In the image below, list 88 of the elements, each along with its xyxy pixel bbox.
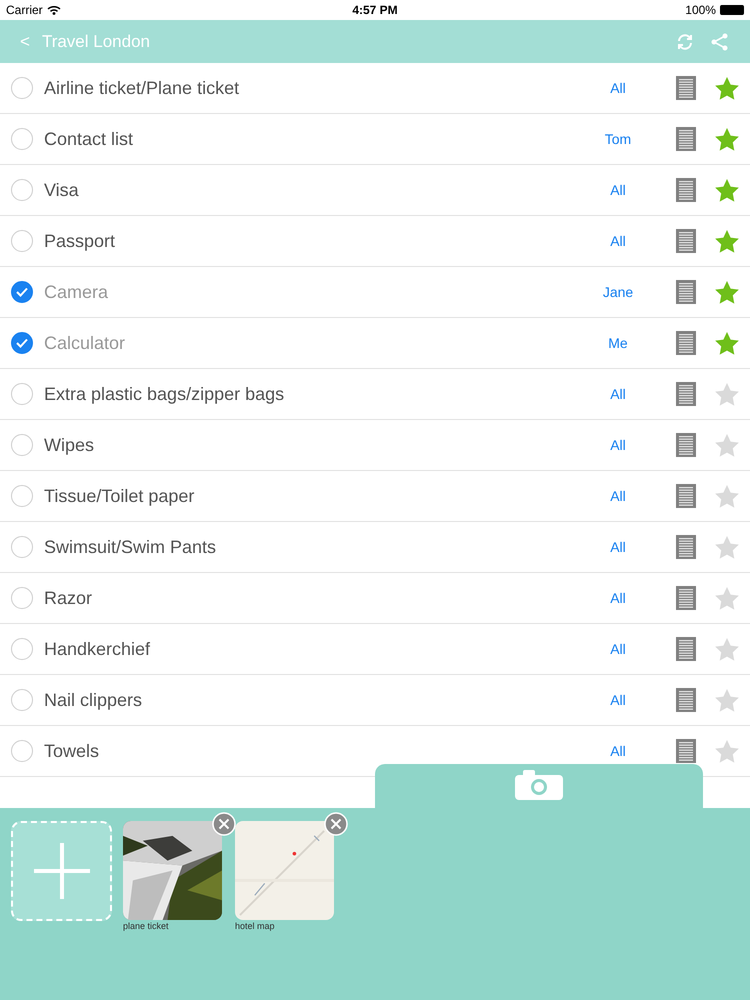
note-icon[interactable] — [676, 688, 696, 712]
assignee-link[interactable]: All — [588, 182, 648, 198]
battery-percent: 100% — [685, 3, 716, 17]
note-icon[interactable] — [676, 331, 696, 355]
close-icon[interactable] — [212, 812, 236, 836]
camera-icon — [515, 770, 563, 800]
assignee-link[interactable]: All — [588, 80, 648, 96]
item-name: Tissue/Toilet paper — [44, 486, 196, 506]
check-icon — [15, 285, 29, 299]
note-icon[interactable] — [676, 739, 696, 763]
battery-icon — [720, 5, 744, 15]
assignee-link[interactable]: All — [588, 692, 648, 708]
camera-tab[interactable] — [375, 764, 703, 810]
checkbox[interactable] — [11, 332, 33, 354]
assignee-link[interactable]: All — [588, 488, 648, 504]
add-attachment-button[interactable] — [11, 821, 112, 921]
note-icon[interactable] — [676, 535, 696, 559]
star-icon[interactable] — [714, 636, 740, 662]
assignee-link[interactable]: Jane — [588, 284, 648, 300]
checkbox[interactable] — [11, 638, 33, 660]
star-icon[interactable] — [714, 688, 740, 712]
check-icon — [15, 336, 29, 350]
note-icon[interactable] — [676, 280, 696, 304]
attachment-label: hotel map — [235, 921, 276, 931]
star-icon[interactable] — [714, 330, 740, 356]
note-icon[interactable] — [676, 178, 696, 202]
star-icon[interactable] — [714, 178, 740, 202]
star-icon[interactable] — [714, 280, 740, 304]
note-icon[interactable] — [676, 484, 696, 508]
item-name: Airline ticket/Plane ticket — [44, 78, 240, 98]
item-name: Handkerchief — [44, 638, 152, 660]
assignee-link[interactable]: All — [588, 539, 648, 555]
assignee-link[interactable]: All — [588, 743, 648, 759]
checkbox[interactable] — [11, 434, 33, 456]
item-name: Camera — [44, 282, 110, 302]
wifi-icon — [46, 5, 61, 15]
item-name: Passport — [44, 230, 116, 252]
star-icon[interactable] — [714, 76, 740, 100]
close-icon[interactable] — [324, 812, 348, 836]
item-name: Extra plastic bags/zipper bags — [44, 384, 286, 404]
item-name: Wipes — [44, 434, 96, 456]
checkbox[interactable] — [11, 128, 33, 150]
assignee-link[interactable]: Tom — [588, 131, 648, 147]
checkbox[interactable] — [11, 230, 33, 252]
item-name: Visa — [44, 180, 80, 200]
carrier-label: Carrier — [6, 3, 43, 17]
star-icon[interactable] — [714, 382, 740, 406]
list-title: Travel London — [42, 32, 151, 52]
attachment-label: plane ticket — [123, 921, 170, 931]
assignee-link[interactable]: Me — [588, 335, 648, 351]
checkbox[interactable] — [11, 485, 33, 507]
note-icon[interactable] — [676, 229, 696, 253]
star-icon[interactable] — [714, 738, 740, 764]
share-icon[interactable] — [710, 32, 730, 52]
plus-icon — [32, 841, 92, 901]
note-icon[interactable] — [676, 382, 696, 406]
assignee-link[interactable]: All — [588, 641, 648, 657]
star-icon[interactable] — [714, 432, 740, 458]
item-name: Towels — [44, 740, 100, 762]
star-icon[interactable] — [714, 126, 740, 152]
star-icon[interactable] — [714, 484, 740, 508]
note-icon[interactable] — [676, 433, 696, 457]
clock-time: 4:57 PM — [352, 3, 398, 17]
assignee-link[interactable]: All — [588, 386, 648, 402]
star-icon[interactable] — [714, 586, 740, 610]
item-name: Razor — [44, 588, 94, 608]
checkbox[interactable] — [11, 689, 33, 711]
note-icon[interactable] — [676, 127, 696, 151]
item-name: Calculator — [44, 332, 126, 354]
star-icon[interactable] — [714, 534, 740, 560]
note-icon[interactable] — [676, 76, 696, 100]
sync-icon[interactable] — [676, 32, 694, 50]
assignee-link[interactable]: All — [588, 437, 648, 453]
checkbox[interactable] — [11, 740, 33, 762]
checkbox[interactable] — [11, 281, 33, 303]
star-icon[interactable] — [714, 228, 740, 254]
assignee-link[interactable]: All — [588, 233, 648, 249]
note-icon[interactable] — [676, 637, 696, 661]
checkbox[interactable] — [11, 587, 33, 609]
item-name: Contact list — [44, 128, 134, 150]
note-icon[interactable] — [676, 586, 696, 610]
assignee-link[interactable]: All — [588, 590, 648, 606]
checkbox[interactable] — [11, 383, 33, 405]
item-name: Swimsuit/Swim Pants — [44, 536, 218, 558]
checkbox[interactable] — [11, 179, 33, 201]
checkbox[interactable] — [11, 77, 33, 99]
checkbox[interactable] — [11, 536, 33, 558]
item-name: Nail clippers — [44, 690, 144, 710]
